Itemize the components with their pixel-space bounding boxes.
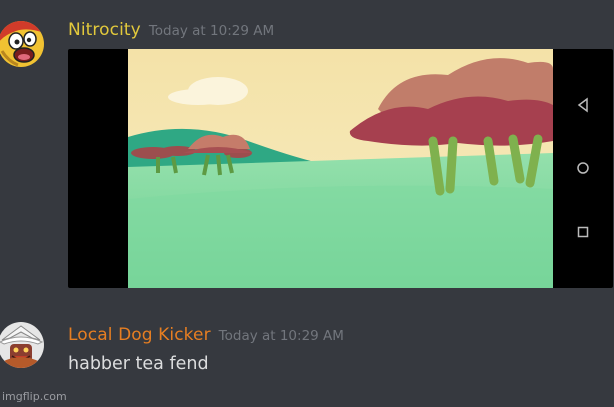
message-header: Nitrocity Today at 10:29 AM bbox=[68, 20, 274, 40]
cartoon-landscape-image bbox=[128, 49, 553, 288]
message-header: Local Dog Kicker Today at 10:29 AM bbox=[68, 325, 344, 345]
home-icon[interactable] bbox=[571, 156, 595, 180]
username[interactable]: Local Dog Kicker bbox=[68, 325, 211, 345]
recents-icon[interactable] bbox=[571, 220, 595, 244]
android-nav-bar bbox=[553, 49, 613, 288]
avatar[interactable] bbox=[0, 322, 44, 368]
cowboy-hat-character-avatar-icon bbox=[0, 322, 44, 368]
timestamp: Today at 10:29 AM bbox=[218, 328, 344, 344]
screaming-face-avatar-icon bbox=[0, 21, 44, 67]
attachment-image[interactable] bbox=[68, 49, 613, 288]
back-icon[interactable] bbox=[571, 93, 595, 117]
message-content: habber tea fend bbox=[68, 354, 209, 374]
message-local-dog-kicker: Local Dog Kicker Today at 10:29 AM habber… bbox=[0, 290, 614, 390]
message-nitrocity: Nitrocity Today at 10:29 AM bbox=[0, 0, 614, 290]
timestamp: Today at 10:29 AM bbox=[148, 23, 275, 39]
username[interactable]: Nitrocity bbox=[68, 20, 141, 40]
imgflip-watermark: imgflip.com bbox=[2, 390, 67, 403]
avatar[interactable] bbox=[0, 21, 44, 67]
